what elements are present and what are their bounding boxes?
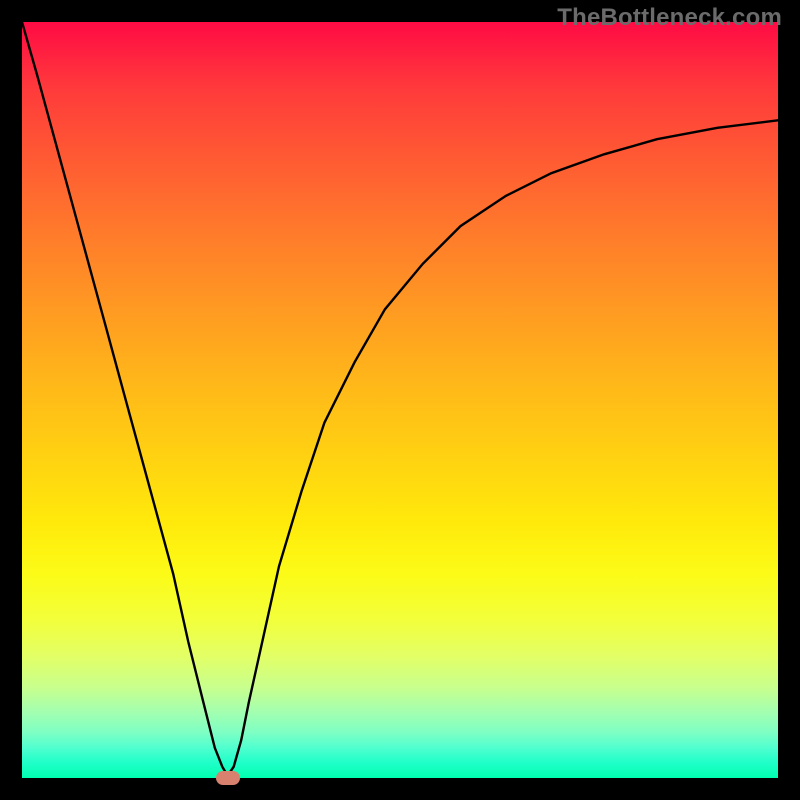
bottleneck-curve: [22, 22, 778, 778]
chart-plot-area: [22, 22, 778, 778]
optimal-marker: [216, 771, 240, 785]
watermark-text: TheBottleneck.com: [557, 4, 782, 32]
curve-path: [22, 22, 778, 776]
